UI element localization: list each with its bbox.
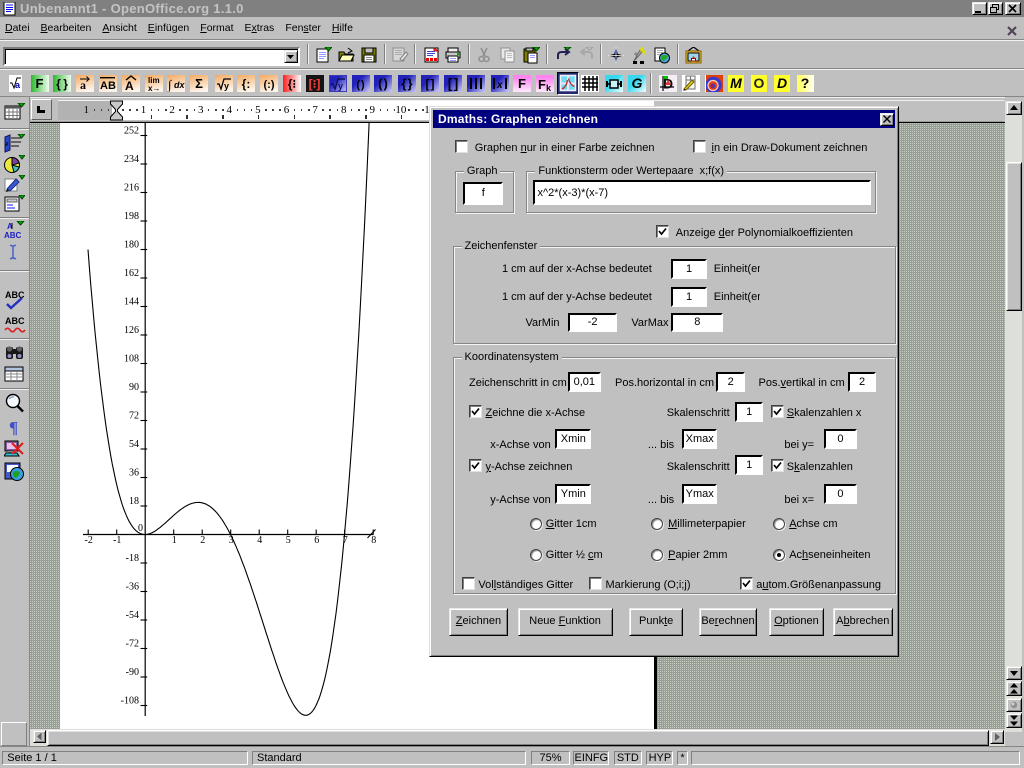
svg-text:x→: x→ [148,84,160,92]
svg-text:180: 180 [124,239,139,250]
svg-text:ABC: ABC [5,316,25,326]
svg-text:36: 36 [129,467,139,478]
svg-text:5: 5 [286,535,291,546]
svg-text:6: 6 [314,535,319,546]
svg-text:8: 8 [371,535,376,546]
svg-text:216: 216 [124,182,139,193]
svg-text:F: F [538,77,546,92]
svg-text:-1: -1 [113,535,121,546]
svg-text:-36: -36 [126,581,139,592]
svg-text:144: 144 [124,296,139,307]
svg-text:-54: -54 [126,610,139,621]
svg-text:dx: dx [174,80,185,90]
svg-text:ABC: ABC [4,231,22,240]
svg-text:126: 126 [124,325,139,336]
svg-text:108: 108 [124,353,139,364]
svg-text:y: y [338,81,343,91]
svg-text:-72: -72 [126,638,139,649]
svg-text:198: 198 [124,211,139,222]
svg-text:k: k [546,83,552,92]
svg-text:x: x [496,80,503,91]
svg-text:18: 18 [129,496,139,507]
svg-text:-90: -90 [126,667,139,678]
svg-text:1: 1 [172,535,177,546]
svg-text:162: 162 [124,268,139,279]
svg-text:A: A [125,79,134,92]
svg-text:252: 252 [124,125,139,136]
svg-text:72: 72 [129,410,139,421]
svg-text:a: a [80,78,86,92]
svg-text:a: a [15,80,21,90]
svg-text:-18: -18 [126,553,139,564]
svg-text:AB: AB [100,80,116,92]
svg-text:-2: -2 [85,535,93,546]
svg-text:90: 90 [129,382,139,393]
svg-text:∫: ∫ [167,77,173,92]
svg-text:54: 54 [129,439,139,450]
svg-text:¶: ¶ [9,418,18,436]
svg-text:-108: -108 [121,695,139,706]
svg-text:4: 4 [257,535,262,546]
svg-text:y: y [224,81,229,91]
svg-text:234: 234 [124,154,139,165]
svg-text:2: 2 [200,535,205,546]
